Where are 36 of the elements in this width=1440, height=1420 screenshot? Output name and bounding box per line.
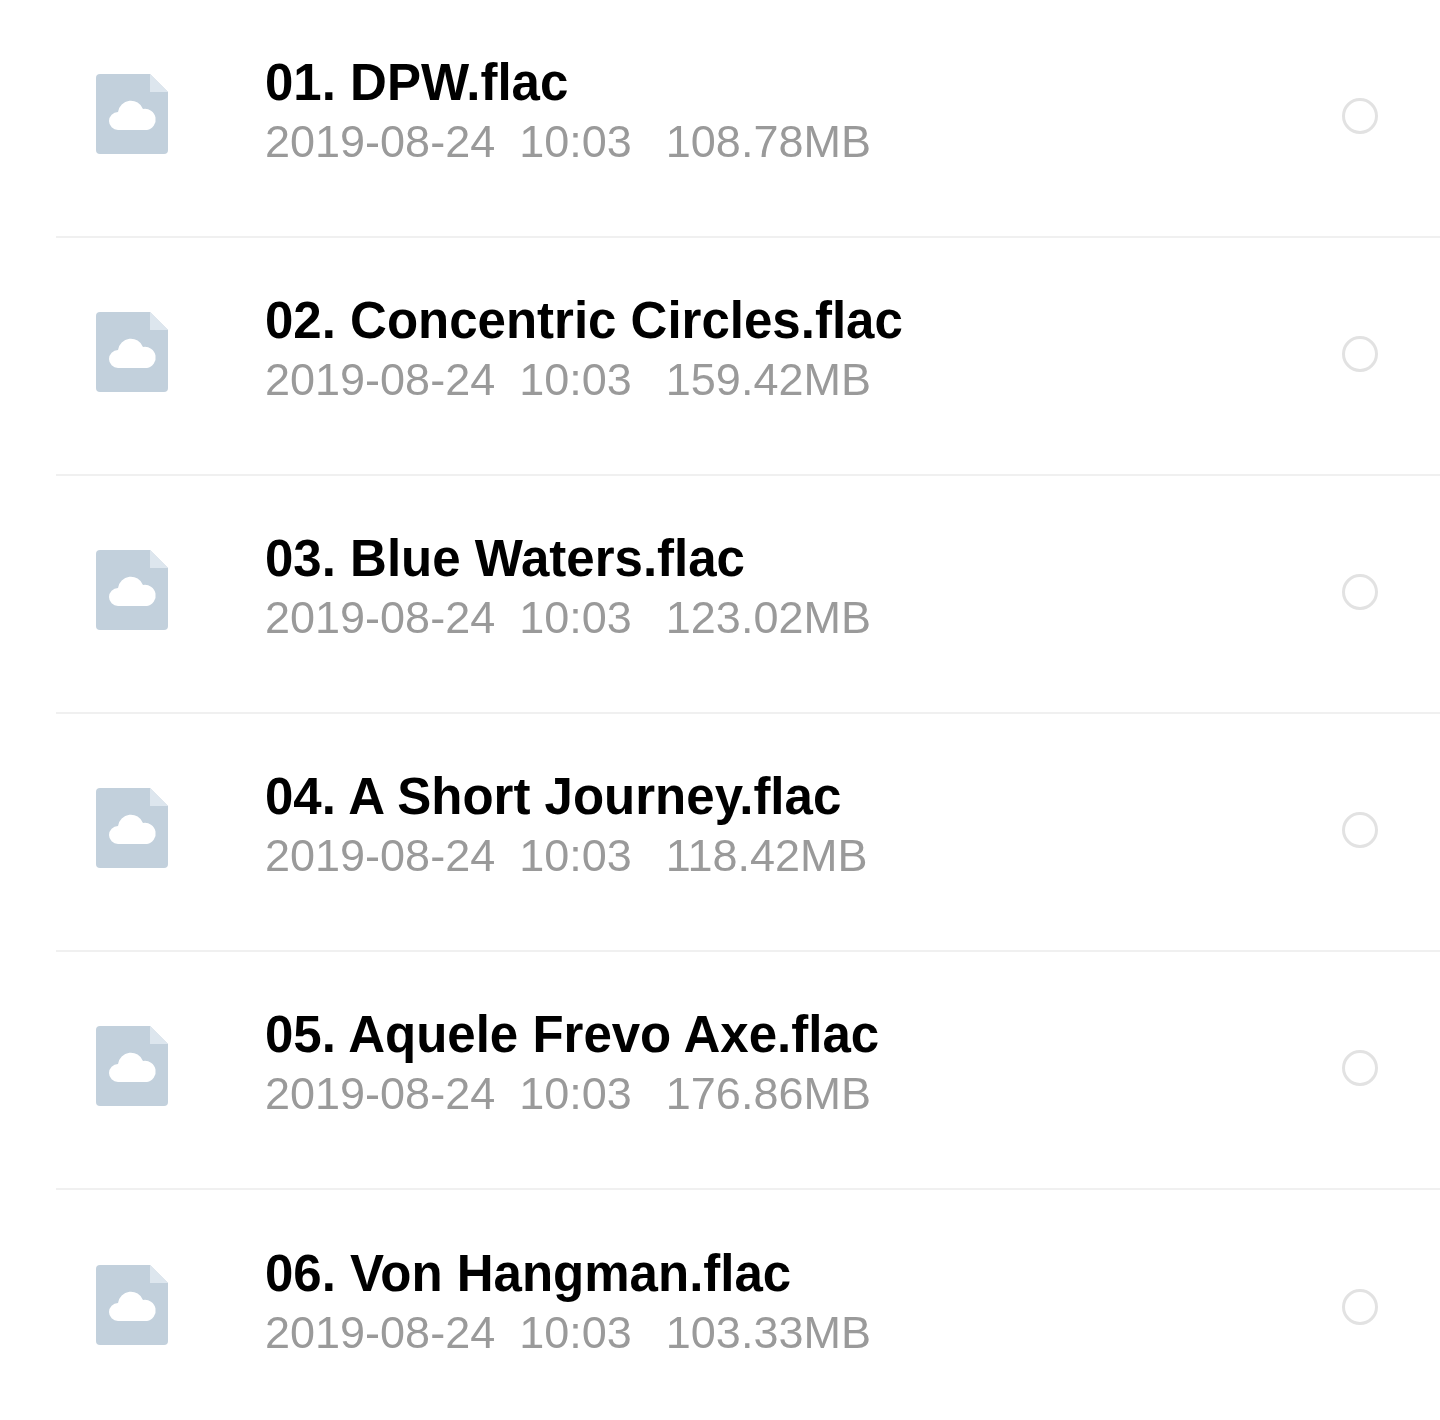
file-name: 01. DPW.flac [265,53,570,113]
file-size: 159.42MB [665,353,871,407]
file-time: 10:03 [519,591,632,645]
select-radio[interactable] [1342,812,1378,848]
file-time: 10:03 [519,353,632,407]
cloud-file-icon [96,550,168,630]
file-date: 2019-08-24 [265,591,496,645]
file-name: 03. Blue Waters.flac [265,529,746,589]
file-size: 123.02MB [665,591,871,645]
file-date: 2019-08-24 [265,115,496,169]
cloud-file-icon [96,788,168,868]
file-time: 10:03 [519,115,632,169]
file-date: 2019-08-24 [265,1306,496,1360]
cloud-file-icon [96,1026,168,1106]
select-radio[interactable] [1342,1289,1378,1325]
file-name: 02. Concentric Circles.flac [265,291,903,351]
file-name: 05. Aquele Frevo Axe.flac [265,1005,880,1065]
cloud-file-icon [96,74,168,154]
file-size: 118.42MB [665,829,868,883]
select-radio[interactable] [1342,574,1378,610]
cloud-file-icon [96,312,168,392]
file-time: 10:03 [519,1067,632,1121]
select-radio[interactable] [1342,1050,1378,1086]
select-radio[interactable] [1342,98,1378,134]
file-size: 103.33MB [665,1306,871,1360]
cloud-file-icon [96,1265,168,1345]
file-name: 04. A Short Journey.flac [265,767,843,827]
file-name: 06. Von Hangman.flac [265,1244,793,1304]
file-time: 10:03 [519,829,632,883]
file-time: 10:03 [519,1306,632,1360]
select-radio[interactable] [1342,336,1378,372]
file-size: 108.78MB [665,115,871,169]
file-date: 2019-08-24 [265,829,496,883]
file-size: 176.86MB [665,1067,871,1121]
file-date: 2019-08-24 [265,353,496,407]
file-date: 2019-08-24 [265,1067,496,1121]
